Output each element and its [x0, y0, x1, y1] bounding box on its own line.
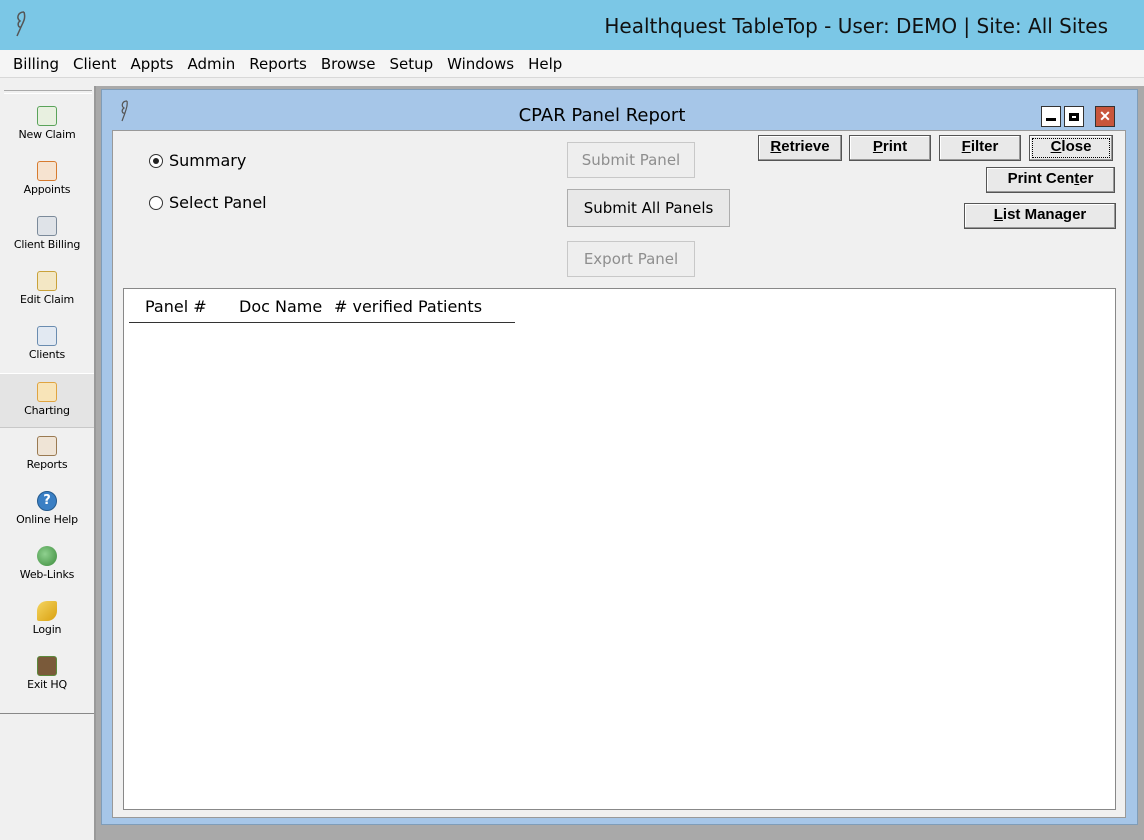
- select-panel-radio[interactable]: Select Panel: [149, 193, 267, 212]
- menu-appts[interactable]: Appts: [123, 55, 180, 73]
- app-logo-icon: [16, 11, 26, 37]
- toolbar-label: Login: [32, 623, 62, 636]
- toolbar-label: Online Help: [16, 513, 78, 526]
- list-manager-button[interactable]: List Manager: [964, 203, 1116, 229]
- print-accel: P: [872, 138, 883, 155]
- menu-setup[interactable]: Setup: [382, 55, 440, 73]
- menu-help[interactable]: Help: [521, 55, 569, 73]
- toolbar-label: Charting: [24, 404, 70, 417]
- column-panel-number[interactable]: Panel #: [145, 297, 207, 316]
- toolbar-login[interactable]: Login: [0, 593, 94, 648]
- toolbar-appoints[interactable]: Appoints: [0, 153, 94, 208]
- toolbar-clients[interactable]: Clients: [0, 318, 94, 373]
- summary-radio[interactable]: Summary: [149, 151, 246, 170]
- edit-claim-icon: [37, 271, 57, 291]
- toolbar-label: Exit HQ: [27, 678, 67, 691]
- side-toolbar: New Claim Appoints Client Billing Edit C…: [0, 86, 96, 840]
- radio-unchecked-icon: [149, 195, 163, 210]
- retrieve-accel: R: [770, 138, 782, 155]
- chart-folder-icon: [37, 382, 57, 402]
- report-icon: [37, 436, 57, 456]
- calendar-icon: [37, 161, 57, 181]
- window-title-bar[interactable]: CPAR Panel Report ✕: [102, 90, 1137, 130]
- menu-windows[interactable]: Windows: [440, 55, 521, 73]
- toolbar-edit-claim[interactable]: Edit Claim: [0, 263, 94, 318]
- retrieve-button[interactable]: Retrieve: [758, 135, 842, 161]
- filter-button[interactable]: Filter: [939, 135, 1021, 161]
- window-close-button[interactable]: ✕: [1095, 106, 1115, 127]
- close-label: lose: [1061, 138, 1092, 155]
- toolbar-label: Clients: [28, 348, 66, 361]
- client-card-icon: [37, 326, 57, 346]
- new-claim-icon: [37, 106, 57, 126]
- retrieve-label: etrieve: [781, 138, 830, 155]
- window-title: CPAR Panel Report: [518, 105, 686, 126]
- list-header: Panel # Doc Name # verified Patients: [129, 293, 515, 323]
- filter-label: ilter: [970, 138, 999, 155]
- close-icon: ✕: [1099, 108, 1111, 124]
- list-manager-label: ist Manager: [1002, 206, 1087, 223]
- toolbar-label: Web-Links: [19, 568, 75, 581]
- toolbar-exit-hq[interactable]: Exit HQ: [0, 648, 94, 703]
- toolbar-label: New Claim: [18, 128, 76, 141]
- menu-reports[interactable]: Reports: [242, 55, 314, 73]
- close-accel: C: [1050, 138, 1062, 155]
- list-manager-accel: L: [993, 206, 1003, 223]
- summary-label: Summary: [169, 151, 247, 170]
- submit-panel-button[interactable]: Submit Panel: [567, 142, 695, 178]
- toolbar-label: Reports: [26, 458, 68, 471]
- toolbar-grip[interactable]: [4, 90, 92, 94]
- app-title: Healthquest TableTop - User: DEMO | Site…: [604, 14, 1108, 38]
- exit-door-icon: [37, 656, 57, 676]
- minimize-icon: [1046, 118, 1056, 121]
- panel-list[interactable]: Panel # Doc Name # verified Patients: [123, 288, 1116, 810]
- app-title-bar: Healthquest TableTop - User: DEMO | Site…: [0, 0, 1144, 50]
- toolbar-label: Appoints: [23, 183, 71, 196]
- toolbar-reports[interactable]: Reports: [0, 428, 94, 483]
- menu-admin[interactable]: Admin: [180, 55, 242, 73]
- toolbar-label: Client Billing: [13, 238, 81, 251]
- globe-icon: [37, 546, 57, 566]
- key-icon: [37, 601, 57, 621]
- select-panel-label: Select Panel: [169, 193, 267, 212]
- toolbar-label: Edit Claim: [19, 293, 75, 306]
- help-icon: ?: [37, 491, 57, 511]
- toolbar-charting[interactable]: Charting: [0, 373, 94, 428]
- print-center-button[interactable]: Print Center: [986, 167, 1115, 193]
- toolbar-web-links[interactable]: Web-Links: [0, 538, 94, 593]
- column-verified-patients[interactable]: # verified Patients: [334, 297, 482, 316]
- cart-icon: [37, 216, 57, 236]
- export-panel-button[interactable]: Export Panel: [567, 241, 695, 277]
- window-body: Summary Select Panel Submit Panel Submit…: [112, 130, 1126, 818]
- submit-all-panels-button[interactable]: Submit All Panels: [567, 189, 730, 227]
- maximize-button[interactable]: [1064, 106, 1084, 127]
- menu-bar: Billing Client Appts Admin Reports Brows…: [0, 50, 1144, 78]
- column-doc-name[interactable]: Doc Name: [239, 297, 322, 316]
- menu-billing[interactable]: Billing: [6, 55, 66, 73]
- cpar-panel-report-window: CPAR Panel Report ✕ Summary Select Panel…: [101, 89, 1138, 825]
- menu-browse[interactable]: Browse: [314, 55, 383, 73]
- filter-accel: F: [961, 138, 971, 155]
- print-button[interactable]: Print: [849, 135, 931, 161]
- maximize-icon: [1069, 112, 1079, 121]
- toolbar-panel: New Claim Appoints Client Billing Edit C…: [0, 98, 94, 714]
- print-center-label: Print Cen: [1007, 170, 1075, 187]
- menu-client[interactable]: Client: [66, 55, 123, 73]
- toolbar-client-billing[interactable]: Client Billing: [0, 208, 94, 263]
- radio-checked-icon: [149, 153, 163, 168]
- close-button[interactable]: Close: [1029, 135, 1113, 161]
- toolbar-new-claim[interactable]: New Claim: [0, 98, 94, 153]
- print-label: rint: [882, 138, 908, 155]
- minimize-button[interactable]: [1041, 106, 1061, 127]
- print-center-label-end: er: [1079, 170, 1094, 187]
- toolbar-online-help[interactable]: ? Online Help: [0, 483, 94, 538]
